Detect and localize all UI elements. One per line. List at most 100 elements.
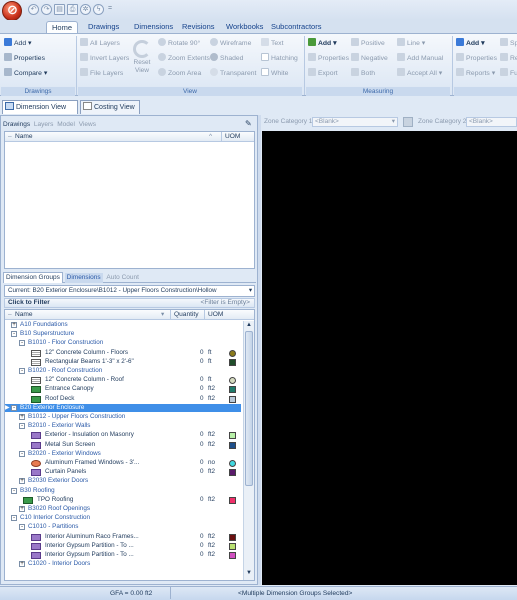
- add-measurement-button[interactable]: Add ▾: [308, 38, 337, 48]
- collapse-icon[interactable]: -: [19, 368, 25, 374]
- item-properties-button[interactable]: Properties: [456, 53, 497, 63]
- tree-group-row[interactable]: - B1020 - Roof Construction: [5, 367, 239, 376]
- color-swatch[interactable]: [229, 496, 236, 504]
- current-group-dropdown[interactable]: Current: B20 Exterior Enclosure\B1012 - …: [4, 285, 255, 297]
- tree-item-row[interactable]: Roof Deck 0 ft2: [5, 395, 239, 404]
- shaded-button[interactable]: Shaded: [210, 53, 243, 63]
- tree-group-row[interactable]: + B3020 Roof Openings: [5, 505, 239, 514]
- tab-model[interactable]: Model: [57, 121, 75, 128]
- pin-icon[interactable]: ✎: [245, 119, 252, 128]
- expand-icon[interactable]: +: [19, 478, 25, 485]
- tab-home[interactable]: Home: [46, 21, 79, 33]
- compare-button[interactable]: Compare ▾: [4, 68, 47, 78]
- color-swatch[interactable]: [229, 349, 236, 357]
- tab-costing-view[interactable]: Costing View: [80, 100, 140, 114]
- settings-icon[interactable]: ✲: [80, 4, 91, 15]
- tab-views[interactable]: Views: [79, 121, 96, 128]
- tree-group-row[interactable]: + B1012 - Upper Floors Construction: [5, 413, 239, 422]
- line-button[interactable]: Line ▾: [397, 38, 425, 48]
- tree-item-row[interactable]: Entrance Canopy 0 ft2: [5, 385, 239, 394]
- save-icon[interactable]: ▤: [54, 4, 65, 15]
- collapse-icon[interactable]: -: [11, 331, 17, 338]
- color-swatch[interactable]: [229, 460, 236, 467]
- white-toggle[interactable]: White: [261, 68, 288, 78]
- add-item-button[interactable]: Add ▾: [456, 38, 485, 48]
- text-toggle[interactable]: Text: [261, 38, 283, 48]
- collapse-icon[interactable]: -: [19, 423, 25, 430]
- rotate-button[interactable]: Rotate 90°: [158, 38, 200, 48]
- positive-button[interactable]: Positive: [351, 38, 385, 48]
- tree-item-row[interactable]: 12" Concrete Column - Floors 0 ft: [5, 349, 239, 358]
- transparent-button[interactable]: Transparent: [210, 68, 256, 78]
- zoom-extents-button[interactable]: Zoom Extents: [158, 53, 210, 63]
- tree-item-row[interactable]: 12" Concrete Column - Roof 0 ft: [5, 376, 239, 385]
- tab-dimension-groups[interactable]: Dimension Groups: [3, 272, 63, 283]
- add-drawing-button[interactable]: Add ▾: [4, 38, 31, 48]
- tree-group-row[interactable]: + B2030 Exterior Doors: [5, 477, 239, 486]
- color-swatch[interactable]: [229, 533, 236, 541]
- col-quantity[interactable]: Quantity: [170, 310, 199, 320]
- tab-auto-count[interactable]: Auto Count: [104, 273, 141, 283]
- reset-view-button[interactable]: Reset View: [130, 38, 154, 82]
- color-swatch[interactable]: [229, 395, 236, 403]
- tab-drawings-list[interactable]: Drawings: [3, 121, 30, 128]
- collapse-icon[interactable]: -: [19, 450, 25, 457]
- tree-item-row[interactable]: Interior Aluminum Raco Frames... 0 ft2: [5, 533, 239, 542]
- filter-icon[interactable]: ▾: [161, 310, 164, 320]
- tree-group-row[interactable]: - B1010 - Floor Construction: [5, 339, 239, 348]
- expand-icon[interactable]: +: [11, 322, 17, 328]
- reports-button[interactable]: Reports ▾: [456, 68, 495, 78]
- quick-access-customize[interactable]: =: [108, 5, 112, 12]
- tree-group-row[interactable]: + C1020 - Interior Doors: [5, 560, 239, 569]
- wireframe-button[interactable]: Wireframe: [210, 38, 251, 48]
- color-swatch[interactable]: [229, 358, 236, 366]
- tree-group-row[interactable]: - C1010 - Partitions: [5, 523, 239, 532]
- scroll-down-icon[interactable]: ▼: [246, 570, 252, 576]
- tab-dimensions[interactable]: Dimensions: [64, 273, 103, 283]
- expand-icon[interactable]: +: [19, 561, 25, 568]
- all-layers-button[interactable]: All Layers: [80, 38, 120, 48]
- color-swatch[interactable]: [229, 441, 236, 449]
- accept-all-button[interactable]: Accept All ▾: [397, 68, 442, 78]
- collapse-icon[interactable]: -: [19, 340, 25, 347]
- tree-group-row[interactable]: - B2020 - Exterior Windows: [5, 450, 239, 459]
- scroll-up-icon[interactable]: ▲: [246, 322, 252, 328]
- drawing-properties-button[interactable]: Properties: [4, 53, 45, 63]
- col-name[interactable]: Name: [15, 132, 33, 142]
- fu-button[interactable]: Fu: [500, 68, 517, 78]
- redo-icon[interactable]: ↷: [41, 4, 52, 15]
- expand-icon[interactable]: +: [19, 414, 25, 420]
- color-swatch[interactable]: [229, 469, 236, 477]
- tree-item-row[interactable]: Rectangular Beams 1'-3" x 2'-6" 0 ft: [5, 358, 239, 367]
- tree-group-row[interactable]: - B2010 - Exterior Walls: [5, 422, 239, 431]
- collapse-icon[interactable]: -: [19, 524, 25, 531]
- collapse-icon[interactable]: -: [11, 515, 17, 522]
- tab-layers[interactable]: Layers: [34, 121, 54, 128]
- file-layers-button[interactable]: File Layers: [80, 68, 123, 78]
- measurement-properties-button[interactable]: Properties: [308, 53, 349, 63]
- scrollbar-thumb[interactable]: [245, 331, 253, 486]
- collapse-icon[interactable]: -: [11, 404, 17, 411]
- color-swatch[interactable]: [229, 377, 236, 385]
- invert-layers-button[interactable]: Invert Layers: [80, 53, 129, 63]
- export-button[interactable]: Export: [308, 68, 338, 78]
- tree-group-row[interactable]: - B20 Exterior Enclosure: [5, 403, 241, 413]
- undo-icon[interactable]: ↶: [28, 4, 39, 15]
- hatching-toggle[interactable]: Hatching: [261, 53, 298, 63]
- filter-bar[interactable]: Click to Filter <Filter is Empty>: [4, 298, 255, 308]
- zone-settings-icon[interactable]: [403, 117, 413, 127]
- lightning-icon[interactable]: ϟ: [93, 4, 104, 15]
- color-swatch[interactable]: [229, 386, 236, 394]
- col-name[interactable]: Name: [15, 310, 33, 320]
- add-manual-button[interactable]: Add Manual: [397, 53, 443, 63]
- re-button[interactable]: Re: [500, 53, 517, 63]
- collapse-icon[interactable]: -: [11, 487, 17, 494]
- col-uom[interactable]: UOM: [221, 132, 240, 142]
- sp-button[interactable]: Sp: [500, 38, 517, 48]
- tab-dimensions[interactable]: Dimensions: [129, 21, 178, 33]
- drawing-canvas[interactable]: [262, 131, 517, 585]
- both-button[interactable]: Both: [351, 68, 375, 78]
- tab-workbooks[interactable]: Workbooks: [221, 21, 268, 33]
- negative-button[interactable]: Negative: [351, 53, 388, 63]
- tab-drawings[interactable]: Drawings: [83, 21, 124, 33]
